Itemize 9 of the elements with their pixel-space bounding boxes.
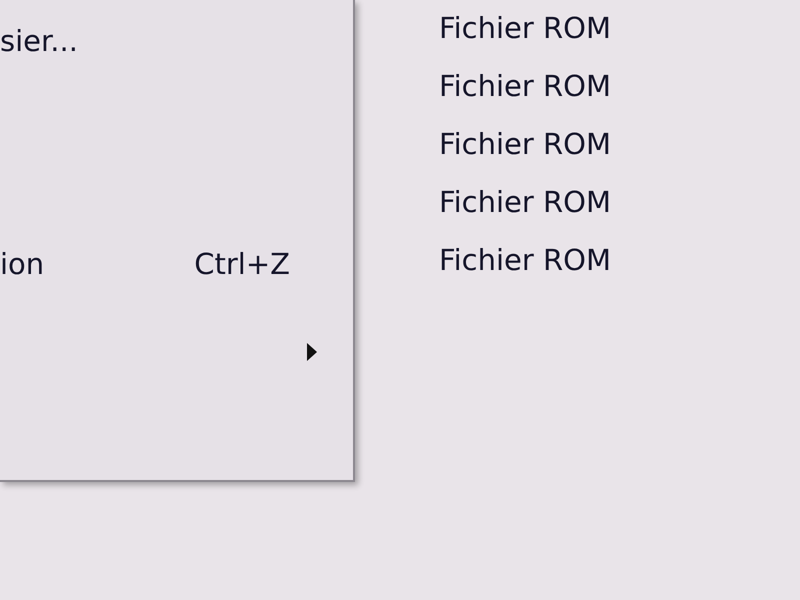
file-type-text: Fichier ROM <box>439 126 611 164</box>
file-type-text: Fichier ROM <box>439 68 611 106</box>
file-type-text: Fichier ROM <box>439 242 611 280</box>
file-type-text: Fichier ROM <box>439 10 611 48</box>
file-type-text: Fichier ROM <box>439 184 611 222</box>
menu-item-label[interactable]: ion <box>0 243 44 287</box>
menu-item-label[interactable]: sier... <box>0 20 78 64</box>
shortcut-label: Ctrl+Z <box>194 246 290 284</box>
submenu-arrow-icon[interactable] <box>306 342 318 362</box>
